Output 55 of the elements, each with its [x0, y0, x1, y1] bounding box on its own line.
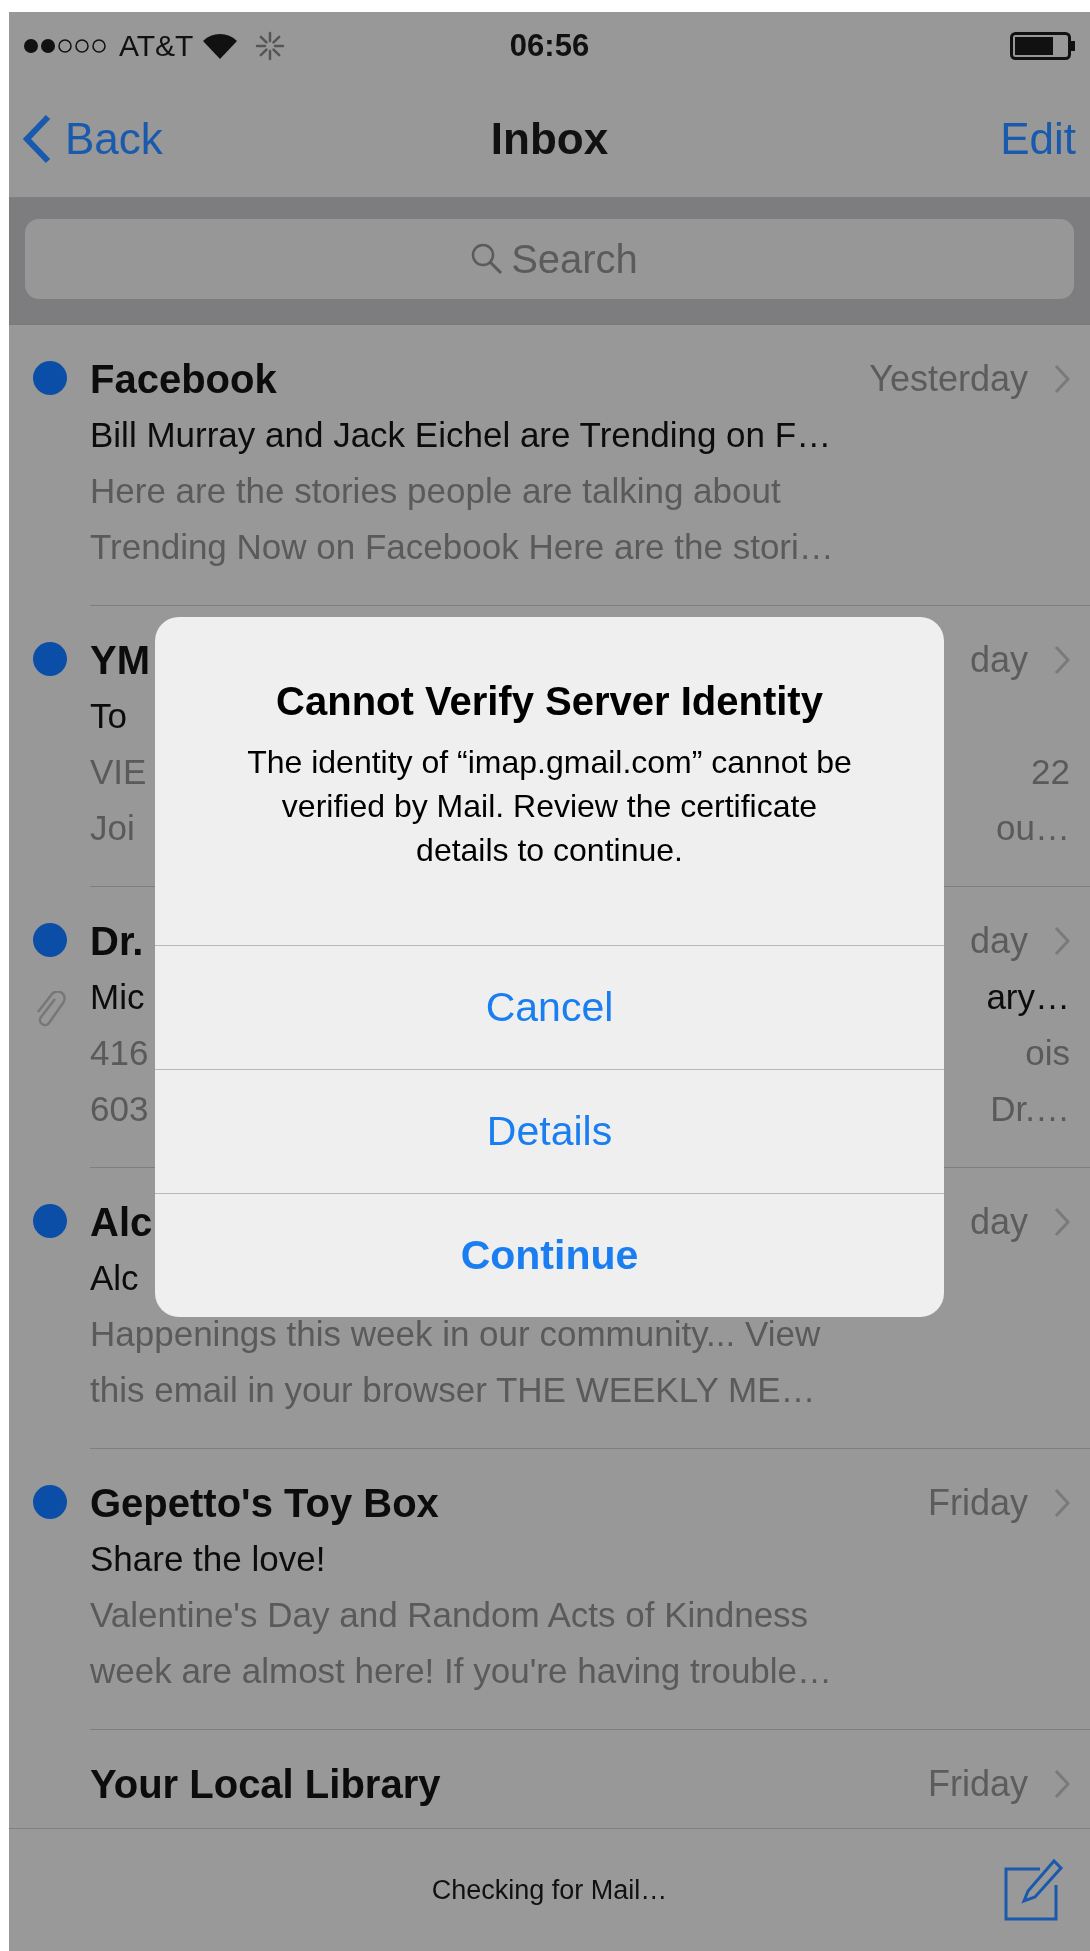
inbox-title: Inbox — [490, 113, 609, 164]
sender-name: Facebook — [90, 356, 277, 402]
preview-text: Joi — [90, 808, 135, 848]
chevron-icon — [1054, 926, 1070, 956]
clock-time: 06:56 — [509, 28, 590, 64]
chevron-icon — [1054, 364, 1070, 394]
preview-text: ois — [1025, 1033, 1070, 1073]
search-field[interactable]: Search — [25, 219, 1074, 299]
back-chevron-icon — [23, 113, 51, 164]
sender-name: Gepetto's Toy Box — [90, 1480, 439, 1526]
alert-title: Cannot Verify Server Identity — [276, 679, 823, 724]
preview-text: Valentine's Day and Random Acts of Kindness — [90, 1595, 809, 1635]
alert-button[interactable]: Details — [155, 1069, 944, 1193]
signal-icon — [23, 38, 109, 54]
chevron-icon — [1054, 1207, 1070, 1237]
date-text: day — [969, 639, 1028, 681]
alert-message: The identity of “imap.gmail.com” cannot be verified by Mail. Review the certificate details to continue. — [246, 743, 853, 870]
preview-text: 416 — [90, 1033, 149, 1073]
preview-text: week are almost here! If you're having trouble… — [90, 1651, 833, 1691]
subject-text: Share the love! — [90, 1539, 326, 1579]
battery-icon — [1010, 32, 1076, 60]
search-icon — [470, 242, 504, 276]
subject-text: ary… — [986, 977, 1070, 1017]
chevron-icon — [1054, 1769, 1070, 1799]
sender-name: YM — [90, 637, 150, 683]
back-button[interactable]: Back — [23, 113, 163, 164]
preview-text: VIE — [90, 752, 147, 792]
subject-text: Mic — [90, 977, 145, 1017]
date-text: Friday — [927, 1763, 1028, 1805]
sender-name: Dr. — [90, 918, 144, 964]
preview-text: Here are the stories people are talking about — [90, 471, 781, 511]
alert-button[interactable]: Continue — [155, 1193, 944, 1317]
preview-text: 22 — [1031, 752, 1070, 792]
carrier-name: AT&T — [119, 29, 194, 63]
alert-button[interactable]: Cancel — [155, 945, 944, 1069]
preview-text: this email in your browser THE WEEKLY ME… — [90, 1370, 816, 1410]
subject-text: Alc — [90, 1258, 139, 1298]
subject-text: Bill Murray and Jack Eichel are Trending on F… — [90, 415, 832, 455]
date-text: day — [969, 1201, 1028, 1243]
chevron-icon — [1054, 1488, 1070, 1518]
chevron-icon — [1054, 645, 1070, 675]
preview-text: Dr.… — [990, 1089, 1070, 1129]
sender-name: Your Local Library — [90, 1761, 441, 1807]
preview-text: Trending Now on Facebook Here are the stori… — [90, 527, 834, 567]
edit-button[interactable]: Edit — [1000, 113, 1076, 164]
wifi-icon — [203, 33, 238, 59]
preview-text: ou… — [996, 808, 1070, 848]
date-text: Friday — [927, 1482, 1028, 1524]
preview-text: Happenings this week in our community... View — [90, 1314, 821, 1354]
subject-text: To — [90, 696, 127, 736]
date-text: day — [969, 920, 1028, 962]
preview-text: 603 — [90, 1089, 149, 1129]
status-text: Checking for Mail… — [431, 1874, 668, 1906]
date-text: Yesterday — [869, 358, 1028, 400]
sender-name: Alc — [90, 1199, 153, 1245]
